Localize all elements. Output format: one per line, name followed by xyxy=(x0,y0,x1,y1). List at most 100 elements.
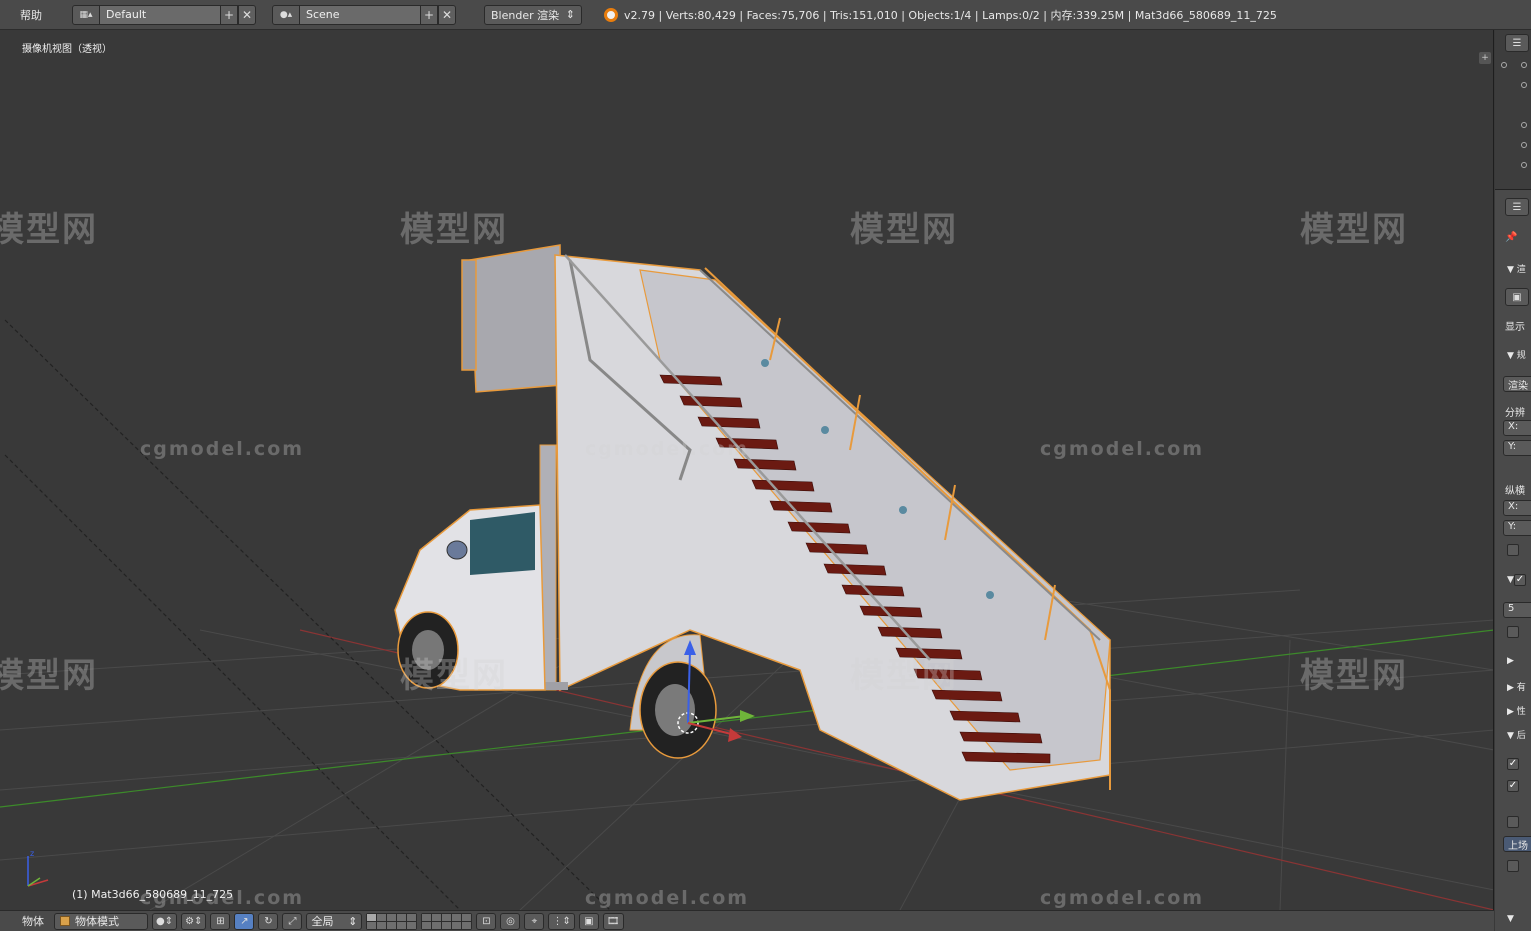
dimensions-panel-toggle[interactable]: ▼ 规 xyxy=(1507,348,1526,361)
shading-panel-toggle[interactable]: ▶ 有 xyxy=(1507,680,1526,693)
render-engine-dropdown[interactable]: Blender 渲染 ⇕ xyxy=(484,4,582,25)
scene-icon[interactable]: ●▴ xyxy=(272,4,300,25)
scene-selector[interactable]: ●▴ Scene + ✕ xyxy=(272,4,456,25)
layer-toggle[interactable] xyxy=(397,913,407,921)
dropdown-arrows-icon: ⇕ xyxy=(565,8,575,21)
pin-icon[interactable]: 📌 xyxy=(1505,232,1517,243)
panel-title: 后 xyxy=(1516,731,1526,741)
layer-toggle[interactable] xyxy=(367,913,377,921)
translate-manipulator-button[interactable]: ↗ xyxy=(234,912,255,930)
render-animation-button[interactable]: 🎞 xyxy=(602,912,624,930)
expand-icon[interactable] xyxy=(1501,62,1507,68)
performance-panel-toggle[interactable]: ▶ 性 xyxy=(1507,704,1526,717)
layer-toggle[interactable] xyxy=(422,913,432,921)
screen-layout-selector[interactable]: ▦▴ Default + ✕ xyxy=(72,4,256,25)
display-label: 显示 xyxy=(1505,322,1525,333)
camera-frame-line xyxy=(4,454,461,910)
snap-toggle-button[interactable]: ⌖ xyxy=(524,912,545,930)
snap-element-button[interactable]: ⋮⇕ xyxy=(548,912,575,930)
transform-orientation-label: 全局 xyxy=(311,915,334,928)
render-panel-toggle[interactable]: ▼ 渲 xyxy=(1507,262,1526,275)
scale-manipulator-button[interactable]: ⤢ xyxy=(282,912,303,930)
stats-text: v2.79 | Verts:80,429 | Faces:75,706 | Tr… xyxy=(624,8,1277,22)
layer-toggle[interactable] xyxy=(442,921,452,929)
viewport-header: 物体 物体模式 ●⇕ ⚙⇕ ⊞ ↗ ↻ ⤢ 全局 ⇕ ⊡ ◎ ⌖ ⋮⇕ ▣ 🎞 xyxy=(0,910,1494,931)
render-opengl-button[interactable]: ▣ xyxy=(578,912,599,930)
lock-camera-button[interactable]: ⊡ xyxy=(476,912,497,930)
panel-title: 渲 xyxy=(1516,265,1526,275)
object-menu[interactable]: 物体 xyxy=(16,913,50,929)
scene-layers[interactable] xyxy=(366,912,418,930)
object-icon[interactable] xyxy=(1521,82,1527,88)
viewport-shading-button[interactable]: ●⇕ xyxy=(152,912,178,930)
layer-toggle[interactable] xyxy=(462,921,472,929)
scene-layers[interactable] xyxy=(421,912,473,930)
post-processing-panel-toggle[interactable]: ▼ 后 xyxy=(1507,728,1526,741)
scene-field[interactable]: Scene xyxy=(300,4,420,25)
edge-checkbox[interactable] xyxy=(1507,860,1519,872)
layer-toggle[interactable] xyxy=(397,921,407,929)
view-title: 摄像机视图（透视） xyxy=(22,44,112,55)
transform-orientation-dropdown[interactable]: 全局 ⇕ xyxy=(306,912,363,930)
pivot-point-button[interactable]: ⚙⇕ xyxy=(181,912,207,930)
output-panel-toggle[interactable]: ▼ xyxy=(1507,914,1514,924)
layer-toggle[interactable] xyxy=(407,921,417,929)
layout-icon[interactable]: ▦▴ xyxy=(72,4,100,25)
interaction-mode-dropdown[interactable]: 物体模式 xyxy=(54,912,148,930)
resolution-y-field[interactable]: Y: xyxy=(1503,440,1531,456)
layer-toggle[interactable] xyxy=(442,913,452,921)
rotate-manipulator-button[interactable]: ↻ xyxy=(258,912,279,930)
active-object-name: (1) Mat3d66_580689_11_725 xyxy=(72,888,234,901)
layer-toggle[interactable] xyxy=(422,921,432,929)
layer-toggle[interactable] xyxy=(432,921,442,929)
layer-toggle[interactable] xyxy=(387,921,397,929)
object-icon[interactable] xyxy=(1521,162,1527,168)
sequencer-checkbox[interactable]: ✓ xyxy=(1507,780,1519,792)
outliner-editor-icon[interactable]: ☰ xyxy=(1505,34,1529,52)
render-preset-dropdown[interactable]: 渲染 xyxy=(1503,376,1531,392)
layer-toggle[interactable] xyxy=(432,913,442,921)
sampled-motion-blur-toggle[interactable]: ▶ xyxy=(1507,656,1514,666)
panel-title: 规 xyxy=(1516,351,1526,361)
samples-field[interactable]: 5 xyxy=(1503,602,1531,618)
scene-icon[interactable] xyxy=(1521,62,1527,68)
proportional-edit-button[interactable]: ◎ xyxy=(500,912,521,930)
full-sample-checkbox[interactable] xyxy=(1507,626,1519,638)
object-icon[interactable] xyxy=(1521,142,1527,148)
screen-layout-field[interactable]: Default xyxy=(100,4,220,25)
layer-toggle[interactable] xyxy=(452,913,462,921)
border-checkbox[interactable] xyxy=(1507,544,1519,556)
layer-toggle[interactable] xyxy=(452,921,462,929)
dither-checkbox[interactable] xyxy=(1507,816,1519,828)
aspect-y-field[interactable]: Y: xyxy=(1503,520,1531,536)
add-scene-button[interactable]: + xyxy=(420,4,438,25)
3d-viewport[interactable]: z 模型网 模型网 模型网 模型网 cgmodel.com cgmodel.co… xyxy=(0,30,1494,910)
render-button[interactable]: ▣ xyxy=(1505,288,1529,306)
layer-toggle[interactable] xyxy=(407,913,417,921)
panel-title: 性 xyxy=(1516,707,1526,717)
toggle-sidebar-button[interactable]: + xyxy=(1479,52,1491,64)
layer-toggle[interactable] xyxy=(367,921,377,929)
object-icon[interactable] xyxy=(1521,122,1527,128)
viewport-scene[interactable]: z xyxy=(0,30,1494,910)
object-mode-icon xyxy=(60,916,70,926)
layer-toggle[interactable] xyxy=(377,921,387,929)
layer-toggle[interactable] xyxy=(462,913,472,921)
info-header: 帮助 ▦▴ Default + ✕ ●▴ Scene + ✕ Blender 渲… xyxy=(0,0,1531,30)
help-menu[interactable]: 帮助 xyxy=(8,7,54,23)
delete-scene-button[interactable]: ✕ xyxy=(438,4,456,25)
anti-aliasing-panel-toggle[interactable]: ▼ ✓ xyxy=(1507,574,1526,586)
outliner[interactable]: ☰ xyxy=(1495,30,1531,190)
aspect-x-field[interactable]: X: xyxy=(1503,500,1531,516)
properties-editor-icon[interactable]: ☰ xyxy=(1505,198,1529,216)
field-order-dropdown[interactable]: 上场 xyxy=(1503,836,1531,852)
add-layout-button[interactable]: + xyxy=(220,4,238,25)
compositing-checkbox[interactable]: ✓ xyxy=(1507,758,1519,770)
anti-aliasing-checkbox[interactable]: ✓ xyxy=(1513,574,1526,586)
delete-layout-button[interactable]: ✕ xyxy=(238,4,256,25)
manipulator-toggle-button[interactable]: ⊞ xyxy=(210,912,231,930)
layer-toggle[interactable] xyxy=(377,913,387,921)
layer-toggle[interactable] xyxy=(387,913,397,921)
resolution-x-field[interactable]: X: xyxy=(1503,420,1531,436)
panel-title: 有 xyxy=(1516,683,1526,693)
